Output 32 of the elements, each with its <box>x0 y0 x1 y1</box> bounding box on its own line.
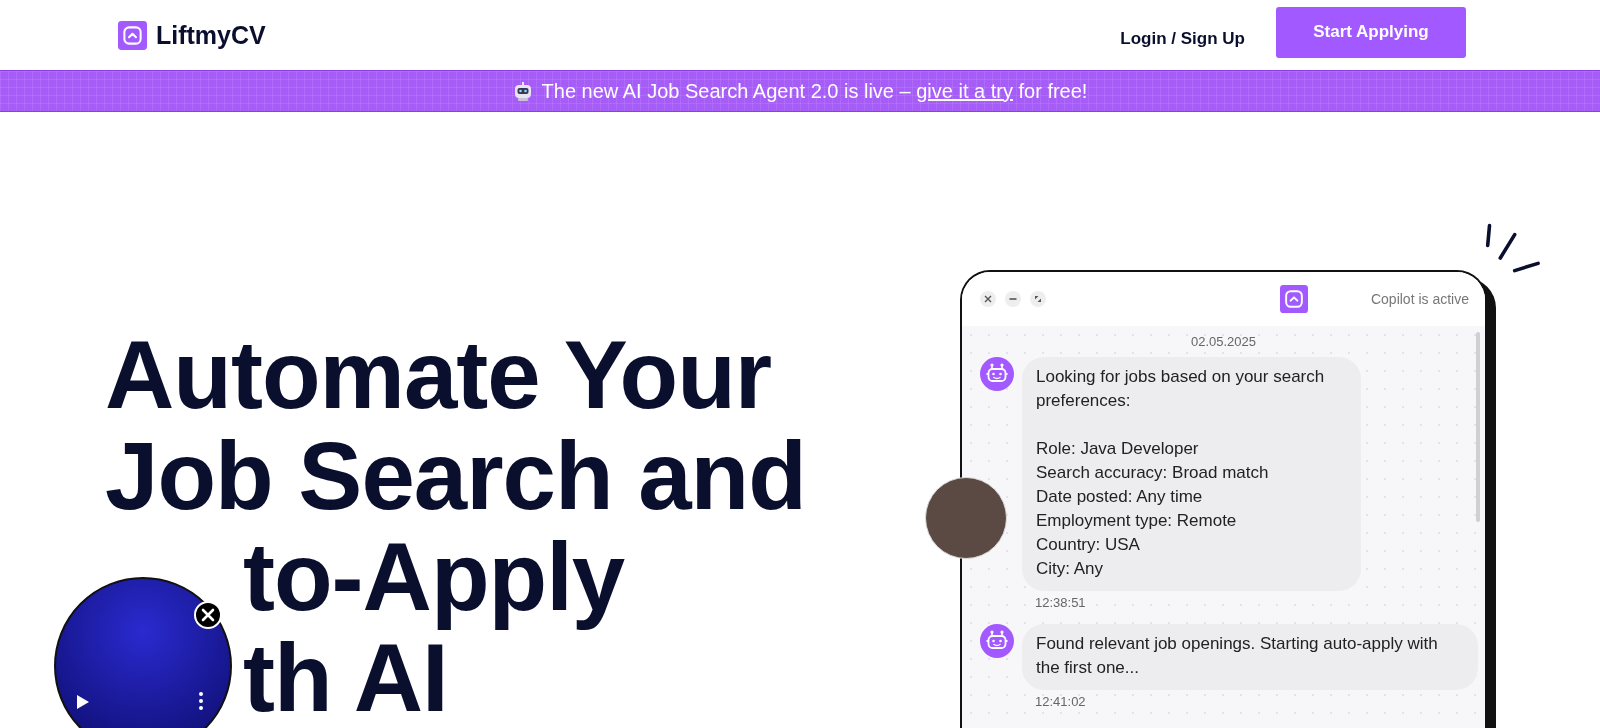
close-icon[interactable] <box>980 291 996 307</box>
logo-icon[interactable] <box>118 20 147 50</box>
start-applying-button[interactable]: Start Applying <box>1276 6 1466 58</box>
expand-icon[interactable] <box>1030 291 1046 307</box>
more-icon[interactable] <box>198 691 204 711</box>
message-line: Country: USA <box>1036 534 1141 556</box>
try-link[interactable]: give it a try <box>916 79 1013 102</box>
close-button[interactable] <box>194 601 222 629</box>
message-time: 12:38:51 <box>1035 595 1087 610</box>
robot-icon <box>512 81 533 101</box>
login-link[interactable]: Login / Sign Up <box>1120 29 1245 49</box>
heading-line: Job Search and <box>105 425 806 526</box>
message-line: Employment type: Remote <box>1036 510 1238 532</box>
message-line: Role: Java Developer <box>1036 438 1200 460</box>
bot-avatar-icon <box>980 357 1014 391</box>
message-text: Looking for jobs based on your search preferences: <box>1036 366 1326 412</box>
heading-line: Automate Your <box>105 324 772 425</box>
message-time: 12:41:02 <box>1035 694 1087 709</box>
logo-icon <box>1280 285 1308 313</box>
announcement-text: The new AI Job Search Agent 2.0 is live – give it a try for free! <box>541 79 1088 103</box>
status-text: Copilot is active <box>1370 291 1469 307</box>
message-line: Date posted: Any time <box>1036 486 1204 508</box>
bot-avatar-icon <box>980 624 1014 658</box>
minimize-icon[interactable] <box>1005 291 1021 307</box>
logo-text[interactable]: LiftmyCV <box>156 20 266 50</box>
chat-date: 02.05.2025 <box>1189 334 1258 349</box>
scrollbar[interactable] <box>1476 332 1480 522</box>
play-icon[interactable] <box>76 694 90 710</box>
message-line: City: Any <box>1036 558 1105 580</box>
message-line: Search accuracy: Broad match <box>1036 462 1270 484</box>
message-text: Found relevant job openings. Starting auto-apply with the first one... <box>1036 633 1439 679</box>
close-icon <box>201 608 215 622</box>
